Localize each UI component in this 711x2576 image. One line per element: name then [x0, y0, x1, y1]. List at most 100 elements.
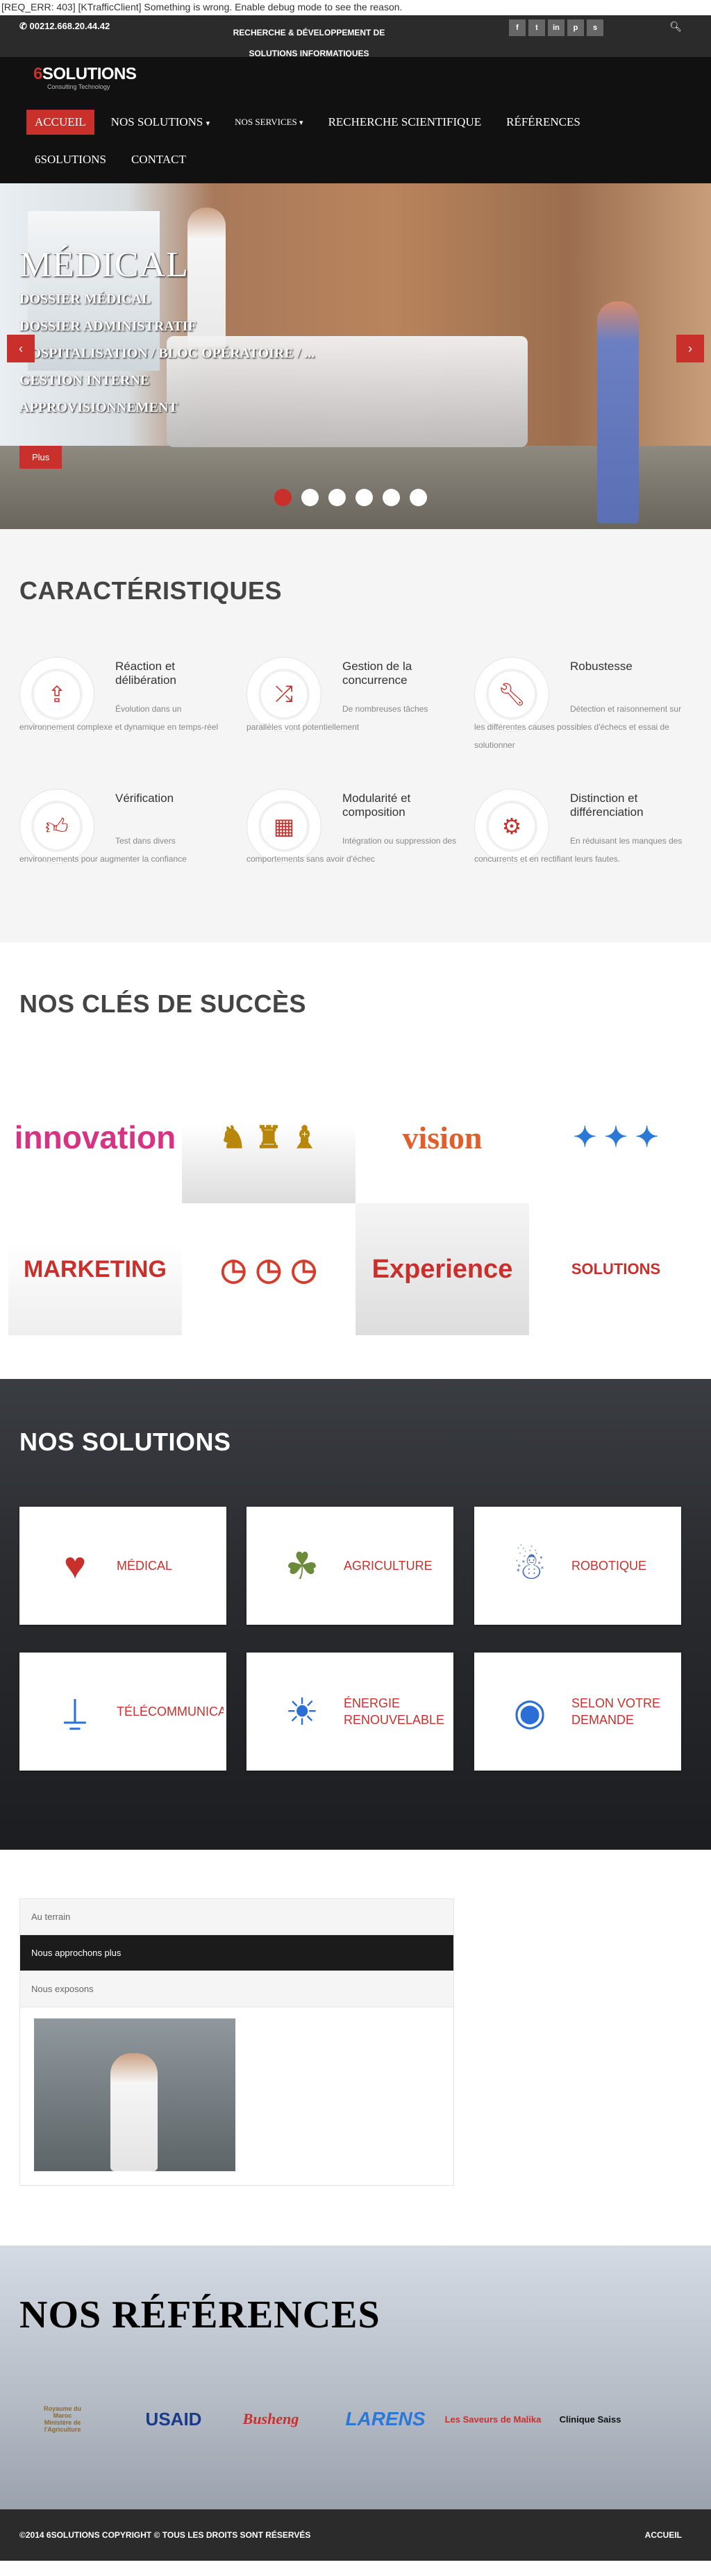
- farmer-icon: ☘: [285, 1545, 319, 1587]
- accordion-tab-active[interactable]: Nous approchons plus: [20, 1935, 453, 1971]
- slider-dot[interactable]: [328, 489, 346, 506]
- solution-card-label: AGRICULTURE: [344, 1559, 433, 1573]
- solution-card-label: ÉNERGIE RENOUVELABLE: [344, 1696, 445, 1727]
- key-tile-clocks: ◷ ◷ ◷: [182, 1203, 356, 1335]
- reference-logo-larens[interactable]: LARENS: [333, 2384, 437, 2454]
- solution-card-robotique[interactable]: ☃ ROBOTIQUE: [474, 1507, 681, 1625]
- nav-recherche[interactable]: RECHERCHE SCIENTIFIQUE: [320, 110, 490, 135]
- solution-card-telecom[interactable]: ⍊ TÉLÉCOMMUNICATIONS: [19, 1653, 226, 1771]
- accordion-image: [34, 2018, 235, 2171]
- slider-prev-button[interactable]: ‹: [7, 335, 35, 362]
- main-menu-row-1: ACCUEIL NOS SOLUTIONS ▾ NOS SERVICES ▾ R…: [26, 110, 597, 135]
- phone-number[interactable]: ✆ 00212.668.20.44.42: [19, 21, 110, 32]
- hero-list-item: DOSSIER MÉDICAL: [19, 292, 151, 307]
- slider-dot[interactable]: [410, 489, 427, 506]
- feature-title: Robustesse: [570, 660, 633, 673]
- accordion-tab[interactable]: Nous exposons: [20, 1971, 453, 2007]
- slider-next-button[interactable]: ›: [676, 335, 704, 362]
- nav-6solutions[interactable]: 6SOLUTIONS: [26, 147, 115, 172]
- reference-logo-clinique-saiss[interactable]: Clinique Saiss: [549, 2384, 632, 2454]
- main-header: 6SOLUTIONS Consulting Technology ACCUEIL…: [0, 57, 711, 183]
- hero-list-item: DOSSIER ADMINISTRATIF: [19, 319, 196, 334]
- references-section: NOS RÉFÉRENCES Royaume du Maroc Ministèr…: [0, 2245, 711, 2509]
- feature-text: Test dans divers environnements pour aug…: [19, 836, 187, 864]
- solution-card-agriculture[interactable]: ☘ AGRICULTURE: [246, 1507, 453, 1625]
- hero-list-item: GESTION INTERNE: [19, 373, 150, 388]
- pinterest-icon[interactable]: p: [567, 19, 584, 36]
- phone-icon: ✆: [19, 21, 30, 31]
- search-icon[interactable]: 🔍︎: [669, 21, 682, 33]
- error-message: [REQ_ERR: 403] [KTrafficClient] Somethin…: [0, 0, 711, 15]
- feature-text: De nombreuses tâches parallèles vont pot…: [246, 704, 428, 732]
- feature-item: ⇪ Réaction et délibération Évolution dan…: [19, 657, 235, 775]
- skype-icon[interactable]: s: [587, 19, 603, 36]
- success-keys-title: NOS CLÉS DE SUCCÈS: [19, 989, 307, 1018]
- feature-title: Modularité et composition: [342, 792, 411, 819]
- feature-title: Vérification: [115, 792, 174, 805]
- slider-pagination: [274, 489, 427, 506]
- accordion: Au terrain Nous approchons plus Nous exp…: [19, 1898, 454, 2186]
- solution-card-energie[interactable]: ☀ ÉNERGIE RENOUVELABLE: [246, 1653, 453, 1771]
- nav-nos-services[interactable]: NOS SERVICES ▾: [226, 111, 311, 133]
- nav-contact[interactable]: CONTACT: [123, 147, 194, 172]
- reference-logo-usaid[interactable]: USAID: [135, 2384, 212, 2454]
- accordion-image-person: [110, 2053, 158, 2171]
- feature-text: En réduisant les manques des concurrents…: [474, 836, 683, 864]
- slider-dot[interactable]: [383, 489, 400, 506]
- site-logo[interactable]: 6SOLUTIONS Consulting Technology: [33, 65, 137, 92]
- nav-references[interactable]: RÉFÉRENCES: [498, 110, 589, 135]
- feature-title: Distinction et différenciation: [570, 792, 644, 819]
- hero-caption: MÉDICAL DOSSIER MÉDICAL DOSSIER ADMINIST…: [19, 244, 315, 421]
- reference-logo-maroc[interactable]: Royaume du Maroc Ministère de l'Agricult…: [35, 2384, 90, 2454]
- success-keys-section: NOS CLÉS DE SUCCÈS innovation ♞ ♜ ♝ visi…: [0, 942, 711, 1379]
- solution-card-label: ROBOTIQUE: [571, 1559, 647, 1573]
- feature-item: 🔧︎ Robustesse Détection et raisonnement …: [474, 657, 689, 775]
- hero-more-button[interactable]: Plus: [19, 446, 62, 469]
- accordion-section: Au terrain Nous approchons plus Nous exp…: [0, 1850, 711, 2245]
- key-tile-innovation: innovation: [8, 1071, 182, 1203]
- hero-title: MÉDICAL: [19, 245, 189, 285]
- slider-dot[interactable]: [356, 489, 373, 506]
- solution-card-medical[interactable]: ♥ MÉDICAL: [19, 1507, 226, 1625]
- hero-image-nurse: [597, 301, 639, 524]
- feature-item: 👍︎ Vérification Test dans divers environ…: [19, 789, 235, 907]
- key-tile-solutions: SOLUTIONS: [529, 1203, 703, 1335]
- features-section: CARACTÉRISTIQUES ⇪ Réaction et délibérat…: [0, 529, 711, 942]
- nav-nos-services-label: NOS SERVICES: [235, 117, 297, 127]
- hero-slider: MÉDICAL DOSSIER MÉDICAL DOSSIER ADMINIST…: [0, 183, 711, 529]
- feature-item: ⤮ Gestion de la concurrence De nombreuse…: [246, 657, 462, 775]
- chevron-down-icon: ▾: [299, 119, 303, 127]
- slider-dot[interactable]: [301, 489, 319, 506]
- solutions-title: NOS SOLUTIONS: [19, 1428, 231, 1456]
- key-tile-puzzle: ✦ ✦ ✦: [529, 1071, 703, 1203]
- chevron-down-icon: ▾: [206, 119, 210, 128]
- nav-accueil[interactable]: ACCUEIL: [26, 110, 94, 135]
- references-title: NOS RÉFÉRENCES: [19, 2293, 380, 2336]
- twitter-icon[interactable]: t: [528, 19, 545, 36]
- reference-logo-busheng[interactable]: Busheng: [233, 2384, 309, 2454]
- linkedin-icon[interactable]: in: [548, 19, 564, 36]
- feature-title: Réaction et délibération: [115, 660, 176, 687]
- reference-logo-saveurs-malika[interactable]: Les Saveurs de Malika: [441, 2384, 545, 2454]
- nav-nos-solutions[interactable]: NOS SOLUTIONS ▾: [103, 110, 219, 135]
- phone-text: 00212.668.20.44.42: [29, 21, 110, 31]
- nav-nos-solutions-label: NOS SOLUTIONS: [110, 115, 203, 128]
- hero-list-item: HOSPITALISATION / BLOC OPÉRATOIRE / ...: [19, 346, 315, 361]
- solar-panel-icon: ☀: [285, 1691, 319, 1733]
- medical-heart-icon: ♥: [63, 1545, 87, 1587]
- feature-item: ▦ Modularité et composition Intégration …: [246, 789, 462, 907]
- key-tile-experience: Experience: [356, 1203, 529, 1335]
- cd-box-icon: ◉: [513, 1691, 546, 1733]
- solution-card-label: TÉLÉCOMMUNICATIONS: [117, 1705, 224, 1718]
- solution-card-demande[interactable]: ◉ SELON VOTRE DEMANDE: [474, 1653, 681, 1771]
- facebook-icon[interactable]: f: [509, 19, 526, 36]
- antenna-icon: ⍊: [63, 1690, 87, 1732]
- key-tile-marketing: MARKETING: [8, 1203, 182, 1335]
- accordion-tab[interactable]: Au terrain: [20, 1899, 453, 1935]
- footer-home-link[interactable]: ACCUEIL: [645, 2530, 682, 2540]
- solution-card-label: MÉDICAL: [117, 1559, 173, 1573]
- logo-brand-name: SOLUTIONS: [42, 65, 137, 83]
- footer-brand-link[interactable]: 6SOLUTIONS: [47, 2530, 100, 2540]
- slider-dot[interactable]: [274, 489, 292, 506]
- feature-title: Gestion de la concurrence: [342, 660, 412, 687]
